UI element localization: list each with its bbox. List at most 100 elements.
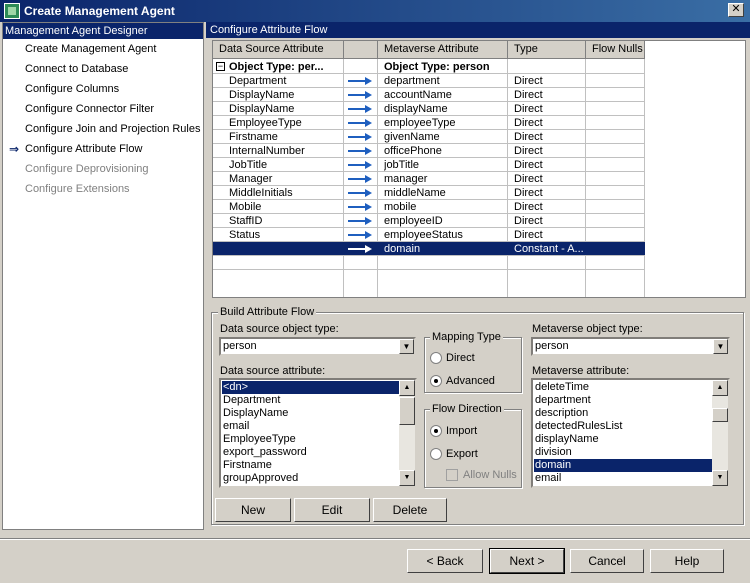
chevron-down-icon[interactable]: ▼ xyxy=(399,339,414,354)
list-item[interactable]: displayName xyxy=(534,433,712,446)
collapse-icon[interactable]: − xyxy=(216,62,225,71)
table-row[interactable]: InternalNumber officePhone Direct xyxy=(213,144,645,158)
grid-row-divider xyxy=(213,185,645,186)
scroll-up-icon[interactable]: ▲ xyxy=(712,380,728,396)
mapping-advanced-radio[interactable] xyxy=(430,375,442,387)
nav-item[interactable]: Configure Columns xyxy=(25,83,119,95)
nav-item[interactable]: Create Management Agent xyxy=(25,43,156,55)
cancel-button[interactable]: Cancel xyxy=(570,549,644,573)
ds-attribute-cell: EmployeeType xyxy=(229,117,302,129)
mv-object-type-select[interactable]: person ▼ xyxy=(531,337,730,356)
list-item[interactable]: groupApproved xyxy=(222,472,400,485)
scroll-down-icon[interactable]: ▼ xyxy=(399,470,415,486)
column-header-type[interactable]: Type xyxy=(508,41,586,59)
mv-attribute-label: Metaverse attribute: xyxy=(532,365,630,377)
edit-button[interactable]: Edit xyxy=(294,498,370,522)
list-item[interactable]: Department xyxy=(222,394,400,407)
table-row[interactable]: Status employeeStatus Direct xyxy=(213,228,645,242)
back-button[interactable]: < Back xyxy=(407,549,483,573)
delete-button[interactable]: Delete xyxy=(373,498,447,522)
ds-attribute-cell: Department xyxy=(229,75,287,87)
flow-arrow-icon xyxy=(344,130,378,144)
list-item[interactable]: detectedRulesList xyxy=(534,420,712,433)
column-header-data-source-attribute[interactable]: Data Source Attribute xyxy=(213,41,344,59)
ds-attribute-cell: JobTitle xyxy=(229,159,268,171)
list-item[interactable]: <dn> xyxy=(222,381,400,394)
flow-arrow-icon xyxy=(344,144,378,158)
mv-attribute-cell: manager xyxy=(384,173,428,185)
list-item[interactable]: EmployeeType xyxy=(222,433,400,446)
list-item[interactable]: email xyxy=(534,472,712,485)
allow-nulls-checkbox[interactable] xyxy=(446,469,458,481)
table-row[interactable]: MiddleInitials middleName Direct xyxy=(213,186,645,200)
ds-attribute-cell: Firstname xyxy=(229,131,278,143)
grid-row-divider xyxy=(213,157,645,158)
nav-item[interactable]: Configure Connector Filter xyxy=(25,103,154,115)
column-header-flow-nulls[interactable]: Flow Nulls xyxy=(586,41,645,59)
close-button[interactable]: ✕ xyxy=(728,3,744,17)
table-row[interactable]: EmployeeType employeeType Direct xyxy=(213,116,645,130)
nav-item[interactable]: Configure Attribute Flow xyxy=(25,143,142,155)
mv-attribute-list[interactable]: deleteTime department description detectedR… xyxy=(531,378,730,488)
scroll-down-icon[interactable]: ▼ xyxy=(712,470,728,486)
table-row[interactable]: domain Constant - A... xyxy=(213,242,645,256)
ds-attribute-scrollbar[interactable]: ▲ ▼ xyxy=(399,380,415,486)
flow-arrow-icon xyxy=(344,172,378,186)
window-title: Create Management Agent xyxy=(24,4,175,18)
table-row[interactable]: Department department Direct xyxy=(213,74,645,88)
flow-import-radio[interactable] xyxy=(430,425,442,437)
mv-attribute-scrollbar[interactable]: ▲ ▼ xyxy=(712,380,728,486)
table-row[interactable]: DisplayName accountName Direct xyxy=(213,88,645,102)
ds-attribute-cell: DisplayName xyxy=(229,103,295,115)
ds-object-type-value: person xyxy=(223,340,257,352)
list-item[interactable]: Firstname xyxy=(222,459,400,472)
table-row[interactable]: JobTitle jobTitle Direct xyxy=(213,158,645,172)
list-item[interactable]: division xyxy=(534,446,712,459)
table-row[interactable]: StaffID employeeID Direct xyxy=(213,214,645,228)
next-button[interactable]: Next > xyxy=(489,548,565,574)
chevron-down-icon[interactable]: ▼ xyxy=(713,339,728,354)
ds-attribute-cell: MiddleInitials xyxy=(229,187,293,199)
flow-arrow-icon xyxy=(344,186,378,200)
list-item[interactable]: deleteTime xyxy=(534,381,712,394)
grid-row-divider xyxy=(213,115,645,116)
attribute-flow-grid[interactable]: Data Source Attribute Metaverse Attribut… xyxy=(212,40,746,298)
ds-attribute-cell: Manager xyxy=(229,173,273,185)
ds-attribute-list[interactable]: <dn> Department DisplayName email EmployeeTy… xyxy=(219,378,417,488)
table-row[interactable]: Mobile mobile Direct xyxy=(213,200,645,214)
new-button[interactable]: New xyxy=(215,498,291,522)
help-button[interactable]: Help xyxy=(650,549,724,573)
ds-object-type-label: Data source object type: xyxy=(220,323,339,335)
table-row[interactable]: Firstname givenName Direct xyxy=(213,130,645,144)
scroll-up-icon[interactable]: ▲ xyxy=(399,380,415,396)
allow-nulls-label: Allow Nulls xyxy=(463,469,517,481)
mv-attribute-cell: employeeID xyxy=(384,215,443,227)
list-item[interactable]: export_password xyxy=(222,446,400,459)
table-row[interactable]: DisplayName displayName Direct xyxy=(213,102,645,116)
object-type-row[interactable]: − Object Type: per... Object Type: person xyxy=(213,60,645,74)
scroll-thumb[interactable] xyxy=(399,397,415,425)
type-cell: Direct xyxy=(514,201,543,213)
flow-export-radio[interactable] xyxy=(430,448,442,460)
ds-object-type-select[interactable]: person ▼ xyxy=(219,337,416,356)
list-item[interactable]: description xyxy=(534,407,712,420)
nav-item[interactable]: Connect to Database xyxy=(25,63,128,75)
object-type-mv: Object Type: person xyxy=(384,61,490,73)
type-cell: Direct xyxy=(514,131,543,143)
list-item[interactable]: email xyxy=(222,420,400,433)
type-cell: Direct xyxy=(514,229,543,241)
mv-attribute-cell: domain xyxy=(384,243,421,255)
column-header-metaverse-attribute[interactable]: Metaverse Attribute xyxy=(378,41,508,59)
list-item[interactable]: DisplayName xyxy=(222,407,400,420)
flow-arrow-icon xyxy=(344,74,378,88)
scroll-thumb[interactable] xyxy=(712,408,728,422)
nav-item[interactable]: Configure Join and Projection Rules xyxy=(25,123,201,135)
list-item[interactable]: domain xyxy=(534,459,712,472)
mapping-direct-radio[interactable] xyxy=(430,352,442,364)
type-cell: Direct xyxy=(514,173,543,185)
list-item[interactable]: department xyxy=(534,394,712,407)
table-row[interactable]: Manager manager Direct xyxy=(213,172,645,186)
flow-arrow-icon xyxy=(344,158,378,172)
grid-row-divider xyxy=(213,269,645,270)
column-header-arrow[interactable] xyxy=(344,41,378,59)
